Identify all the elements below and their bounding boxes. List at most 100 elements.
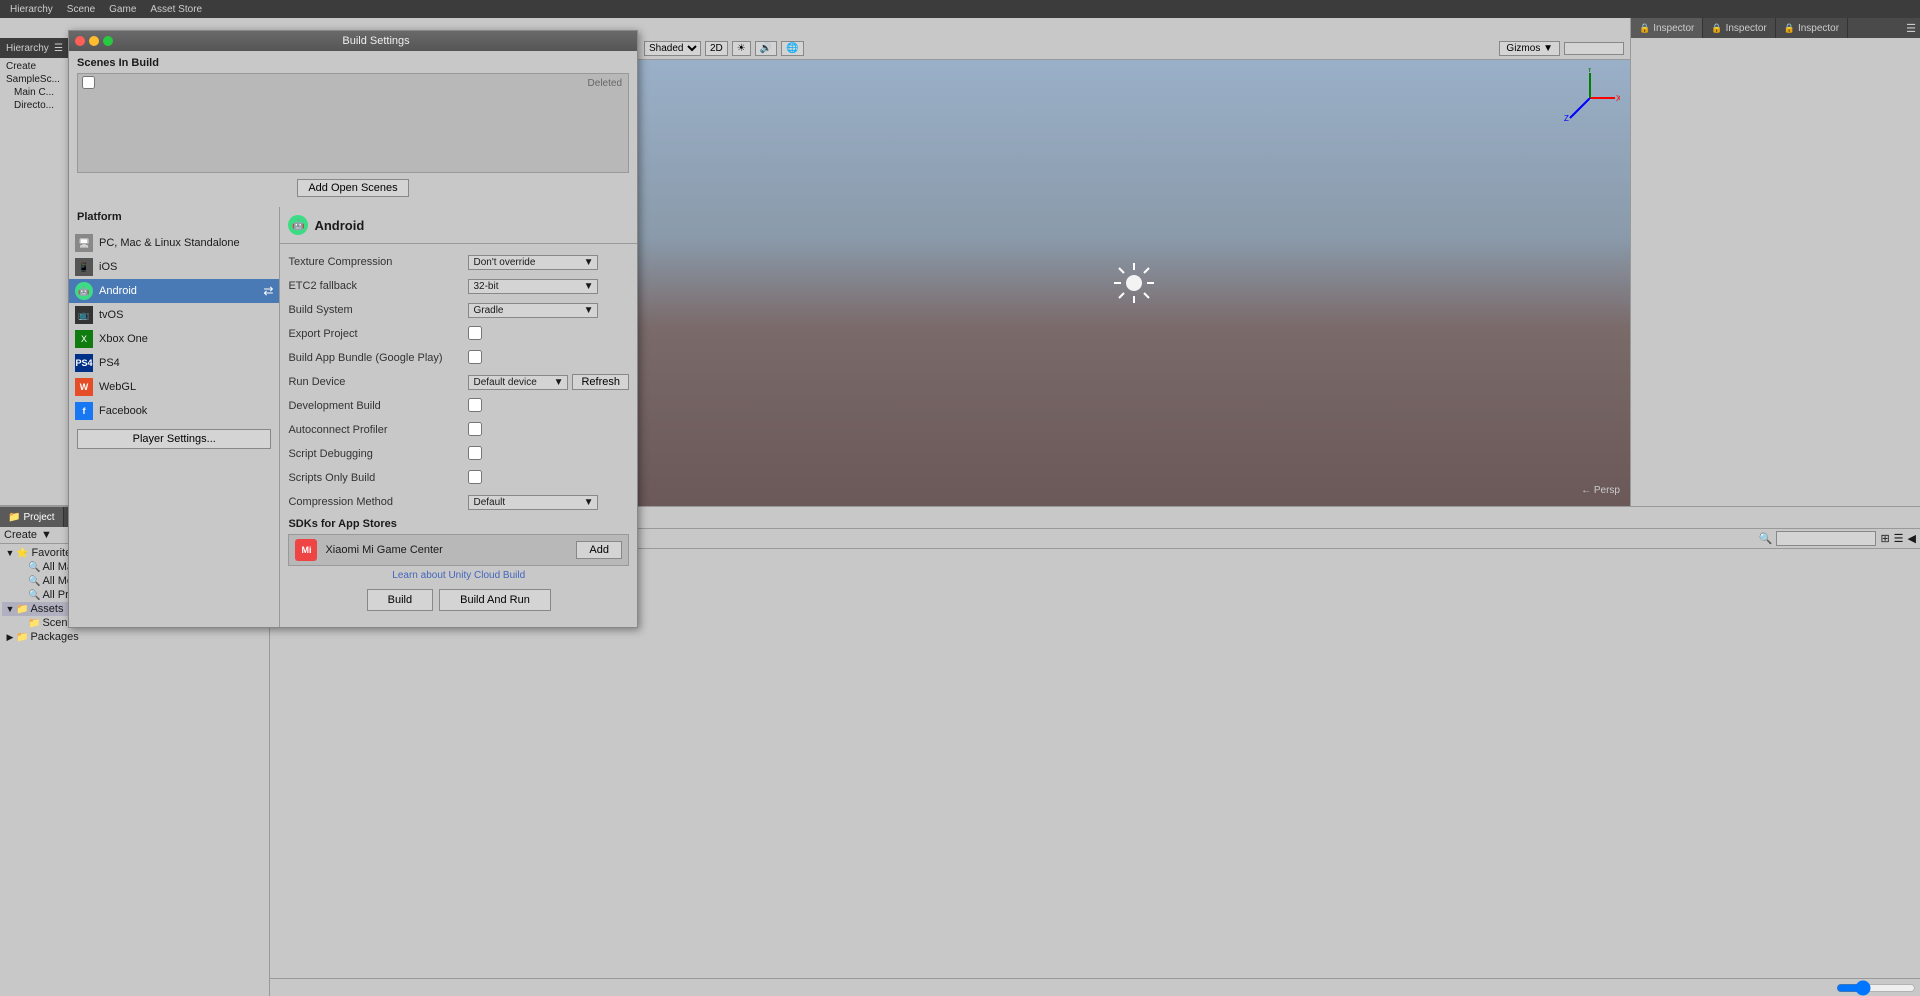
platform-icon-ios: 📱 [75, 258, 93, 276]
add-open-scenes-button[interactable]: Add Open Scenes [297, 179, 408, 197]
platform-item-webgl[interactable]: W WebGL [69, 375, 279, 399]
platform-label-xbox: Xbox One [99, 333, 148, 345]
search-icon-materials: 🔍 [28, 562, 40, 573]
scenes-section: Scenes In Build Deleted Add Open Scenes [69, 51, 637, 207]
inspector-tab-3[interactable]: 🔒 Inspector [1776, 18, 1848, 38]
script-debugging-label: Script Debugging [288, 448, 468, 460]
inspector-tab-2[interactable]: 🔒 Inspector [1703, 18, 1775, 38]
menu-game[interactable]: Game [103, 4, 142, 15]
audio-toggle[interactable]: 🔊 [755, 41, 777, 56]
compression-method-value: Default [473, 497, 505, 508]
window-close-button[interactable] [75, 36, 85, 46]
window-maximize-button[interactable] [103, 36, 113, 46]
lighting-toggle[interactable]: ☀ [732, 41, 751, 56]
menu-hierarchy[interactable]: Hierarchy [4, 4, 59, 15]
texture-compression-label: Texture Compression [288, 256, 468, 268]
android-header-icon: 🤖 [288, 215, 308, 235]
folder-icon-packages: 📁 [16, 632, 28, 643]
android-header-label: Android [314, 218, 364, 233]
switch-platform-icon: ⇄ [263, 284, 273, 298]
build-settings-window: Build Settings Scenes In Build Deleted A… [68, 30, 638, 628]
assets-search-input[interactable] [1776, 531, 1876, 546]
inspector-content [1631, 38, 1920, 54]
inspector-tab-label-1: Inspector [1653, 23, 1694, 34]
platform-item-facebook[interactable]: f Facebook [69, 399, 279, 423]
build-button[interactable]: Build [367, 589, 433, 611]
svg-text:X: X [1616, 94, 1620, 103]
hierarchy-item-samplesc[interactable]: SampleSc... [2, 73, 67, 86]
player-settings-button[interactable]: Player Settings... [77, 429, 271, 449]
run-device-label: Run Device [288, 376, 468, 388]
gizmo-widget: X Y Z [1560, 68, 1620, 128]
2d-toggle[interactable]: 2D [705, 41, 728, 56]
create-dropdown-arrow: ▼ [41, 529, 52, 541]
menu-scene[interactable]: Scene [61, 4, 101, 15]
platform-item-pc[interactable]: 🖥 PC, Mac & Linux Standalone [69, 231, 279, 255]
platform-item-tvos[interactable]: 📺 tvOS [69, 303, 279, 327]
asset-size-slider[interactable] [1836, 980, 1916, 996]
refresh-button[interactable]: Refresh [572, 374, 629, 390]
sun-svg [1109, 258, 1159, 308]
hierarchy-item-mainc[interactable]: Main C... [2, 86, 67, 99]
hierarchy-menu-icon[interactable]: ☰ [54, 43, 63, 54]
build-and-run-button[interactable]: Build And Run [439, 589, 551, 611]
texture-compression-dropdown[interactable]: Don't override ▼ [468, 255, 598, 270]
platform-item-android[interactable]: 🤖 Android ⇄ [69, 279, 279, 303]
build-app-bundle-checkbox[interactable] [468, 350, 482, 364]
scripts-only-build-control [468, 470, 629, 487]
script-debugging-checkbox[interactable] [468, 446, 482, 460]
project-create-label[interactable]: Create [4, 529, 37, 541]
inspector-tab-icon-1: 🔒 [1639, 23, 1650, 34]
packages-section[interactable]: ▶ 📁 Packages [2, 630, 267, 644]
platform-icon-webgl: W [75, 378, 93, 396]
etc2-fallback-value: 32-bit [473, 281, 498, 292]
assets-toggle: ▼ [4, 604, 16, 614]
collapse-icon[interactable]: ◀ [1908, 532, 1916, 545]
android-settings-panel: 🤖 Android Texture Compression Don't over… [280, 207, 637, 627]
run-device-dropdown[interactable]: Default device ▼ [468, 375, 568, 390]
scripts-only-build-checkbox[interactable] [468, 470, 482, 484]
script-debugging-row: Script Debugging [288, 444, 629, 464]
hierarchy-content: Create SampleSc... Main C... Directo... [0, 58, 69, 114]
persp-label: ← Persp [1581, 485, 1620, 496]
etc2-fallback-dropdown[interactable]: 32-bit ▼ [468, 279, 598, 294]
platform-item-xbox[interactable]: X Xbox One [69, 327, 279, 351]
run-device-value: Default device [473, 377, 536, 388]
filter-icon[interactable]: ⊞ [1880, 532, 1889, 545]
assets-toolbar-right: 🔍 ⊞ ☰ ◀ [1759, 531, 1916, 546]
hierarchy-create[interactable]: Create [2, 60, 67, 73]
texture-compression-value: Don't override [473, 257, 535, 268]
scene-search-input[interactable] [1564, 42, 1624, 55]
scene-checkbox-1[interactable] [82, 76, 95, 89]
packages-label: Packages [30, 631, 78, 643]
inspector-tab-1[interactable]: 🔒 Inspector [1631, 18, 1703, 38]
sdk-item-xiaomi: Mi Xiaomi Mi Game Center Add [288, 534, 629, 566]
cloud-build-link[interactable]: Learn about Unity Cloud Build [288, 570, 629, 581]
autoconnect-profiler-checkbox[interactable] [468, 422, 482, 436]
autoconnect-profiler-label: Autoconnect Profiler [288, 424, 468, 436]
gizmos-button[interactable]: Gizmos ▼ [1499, 41, 1560, 56]
sdk-add-button[interactable]: Add [576, 541, 622, 559]
platform-item-ps4[interactable]: PS4 PS4 [69, 351, 279, 375]
build-system-dropdown[interactable]: Gradle ▼ [468, 303, 598, 318]
deleted-label: Deleted [588, 78, 622, 89]
dropdown-arrow-etc2: ▼ [584, 281, 594, 292]
development-build-checkbox[interactable] [468, 398, 482, 412]
list-view-icon[interactable]: ☰ [1894, 532, 1904, 545]
scene-row-1 [78, 74, 628, 91]
export-project-checkbox[interactable] [468, 326, 482, 340]
compression-method-dropdown[interactable]: Default ▼ [468, 495, 598, 510]
star-icon: ⭐ [16, 548, 28, 559]
project-tab[interactable]: 📁 Project [0, 507, 64, 527]
dropdown-arrow-build: ▼ [584, 305, 594, 316]
hierarchy-item-directo[interactable]: Directo... [2, 99, 67, 112]
top-menubar: Hierarchy Scene Game Asset Store [0, 0, 1920, 18]
development-build-row: Development Build [288, 396, 629, 416]
menu-asset-store[interactable]: Asset Store [144, 4, 208, 15]
inspector-panel-menu[interactable]: ☰ [1902, 22, 1920, 35]
svg-text:Z: Z [1564, 114, 1569, 123]
window-minimize-button[interactable] [89, 36, 99, 46]
effects-toggle[interactable]: 🌐 [781, 41, 803, 56]
shading-mode-select[interactable]: Shaded [644, 41, 701, 56]
platform-item-ios[interactable]: 📱 iOS [69, 255, 279, 279]
